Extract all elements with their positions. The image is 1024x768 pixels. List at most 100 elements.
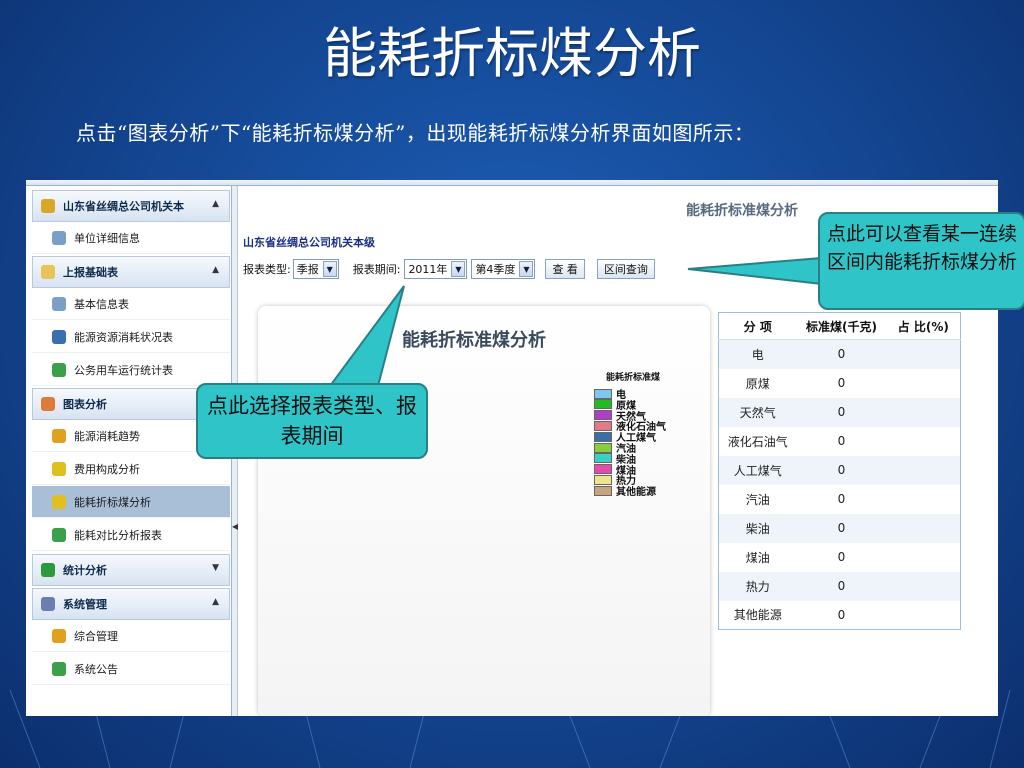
table-row: 汽油 0 — [719, 485, 961, 514]
sidebar-item-label: 综合管理 — [74, 629, 118, 643]
sidebar-section-label: 系统管理 — [63, 598, 107, 611]
table-cell: 汽油 — [745, 492, 770, 507]
period-select-callout: 点此选择报表类型、报表期间 — [196, 383, 428, 459]
sidebar-item-unit-detail[interactable]: 单位详细信息 — [32, 222, 230, 254]
sidebar-item-label: 公务用车运行统计表 — [74, 363, 173, 377]
sidebar-item-comparison-report[interactable]: 能耗对比分析报表 — [32, 519, 230, 551]
announcement-icon — [52, 661, 66, 676]
table-cell: 原煤 — [745, 376, 770, 391]
table-row: 天然气 0 — [718, 397, 961, 427]
table-row: 热力 0 — [718, 571, 961, 601]
sidebar-item-announcements[interactable]: 系统公告 — [32, 653, 230, 685]
dropdown-arrow-icon[interactable]: ▼ — [451, 261, 466, 277]
table-cell: 0 — [796, 455, 887, 485]
sidebar-item-label: 能源消耗趋势 — [74, 429, 140, 443]
folder-icon — [41, 265, 55, 279]
chart-title: 能耗折标准煤分析 — [402, 330, 546, 351]
trend-icon — [52, 428, 66, 443]
expand-caret-icon[interactable]: ▼ — [212, 563, 219, 573]
dropdown-arrow-icon[interactable]: ▼ — [322, 261, 337, 277]
report-type-select[interactable]: 季报 ▼ — [292, 259, 339, 279]
legend-swatch — [594, 442, 612, 453]
legend-swatch — [594, 399, 612, 410]
data-table: 分 项 标准煤(千克) 占 比(%) 电 0 原煤 0 天然气 0 液化石油气 0 人工煤气 0 汽… — [718, 312, 961, 630]
report-period-label: 报表期间: — [352, 263, 401, 276]
sidebar-section-label: 图表分析 — [63, 398, 107, 411]
sidebar-section-org[interactable]: 山东省丝绸总公司机关本 ▲ — [32, 190, 230, 222]
table-row: 原煤 0 — [719, 369, 961, 398]
sidebar-section-label: 山东省丝绸总公司机关本 — [63, 200, 184, 213]
sidebar-item-label: 系统公告 — [74, 662, 118, 676]
sidebar-item-energy-consumption[interactable]: 能源资源消耗状况表 — [32, 321, 230, 353]
report-type-label: 报表类型: — [243, 263, 291, 276]
table-cell: 0 — [837, 376, 846, 390]
table-cell: 液化石油气 — [727, 434, 788, 449]
org-name: 山东省丝绸总公司机关本级 — [243, 236, 375, 249]
sidebar-item-label: 费用构成分析 — [74, 462, 140, 476]
collapse-caret-icon[interactable]: ▲ — [212, 199, 219, 209]
stats-icon — [41, 563, 55, 577]
page-header: 能耗折标准煤分析 — [686, 203, 798, 219]
legend-item: 其他能源 — [594, 485, 656, 499]
legend-label: 其他能源 — [616, 487, 656, 499]
table-cell: 天然气 — [718, 397, 797, 427]
sidebar-item-label: 单位详细信息 — [74, 231, 140, 245]
range-query-button[interactable]: 区间查询 — [596, 259, 655, 279]
table-cell — [887, 485, 961, 514]
legend-swatch — [594, 388, 612, 399]
sidebar-item-coal-equivalent[interactable]: 能耗折标煤分析 — [32, 486, 230, 518]
legend-swatch — [594, 485, 612, 496]
table-cell: 0 — [796, 513, 887, 543]
sidebar-item-label: 基本信息表 — [74, 297, 129, 311]
slide-title: 能耗折标煤分析 — [323, 22, 701, 85]
table-icon — [52, 296, 66, 311]
table-cell — [886, 513, 961, 543]
sidebar-item-basic-info[interactable]: 基本信息表 — [32, 288, 230, 320]
range-query-callout: 点此可以查看某一连续区间内能耗折标煤分析 — [818, 212, 1024, 310]
legend-swatch — [594, 420, 612, 431]
sidebar-section-statistics[interactable]: 统计分析 ▼ — [32, 554, 230, 586]
document-icon — [52, 494, 66, 509]
table-cell: 0 — [837, 434, 846, 448]
select-value: 季报 — [296, 263, 319, 276]
quarter-select[interactable]: 第4季度 ▼ — [471, 259, 536, 279]
legend-swatch — [594, 410, 612, 421]
sidebar-item-label: 能耗对比分析报表 — [74, 528, 162, 542]
select-value: 第4季度 — [475, 263, 516, 276]
dropdown-arrow-icon[interactable]: ▼ — [519, 261, 534, 277]
table-cell: 人工煤气 — [718, 455, 797, 485]
document-icon — [52, 230, 66, 245]
table-cell: 0 — [796, 571, 887, 601]
table-cell — [887, 369, 961, 398]
table-cell — [886, 339, 961, 369]
column-header: 占 比(%) — [886, 312, 961, 340]
sidebar-item-vehicle-stats[interactable]: 公务用车运行统计表 — [32, 354, 230, 386]
table-cell — [886, 455, 961, 485]
compare-icon — [52, 527, 66, 542]
sidebar-section-basic-reports[interactable]: 上报基础表 ▲ — [32, 256, 230, 288]
table-cell: 热力 — [718, 571, 797, 601]
table-row: 人工煤气 0 — [718, 455, 961, 485]
table-cell: 0 — [796, 339, 887, 369]
collapse-caret-icon[interactable]: ▲ — [212, 265, 219, 275]
view-button[interactable]: 查 看 — [545, 259, 585, 279]
select-value: 2011年 — [408, 263, 448, 276]
table-cell — [886, 397, 961, 427]
table-row: 煤油 0 — [719, 543, 961, 572]
chart-panel: 能耗折标准煤分析 能耗折标准煤 电原煤 天然气 液化石油气 人工煤气 汽油 柴油 煤油 热力其… — [258, 306, 710, 716]
sidebar-section-system[interactable]: 系统管理 ▲ — [32, 588, 230, 620]
settings-icon — [41, 597, 55, 611]
year-select[interactable]: 2011年 ▼ — [404, 259, 468, 279]
sidebar-item-label: 能源资源消耗状况表 — [74, 330, 173, 344]
collapse-caret-icon[interactable]: ▲ — [212, 597, 219, 607]
document-icon — [52, 461, 66, 476]
edit-icon — [52, 329, 66, 344]
table-header-row: 分 项 标准煤(千克) 占 比(%) — [718, 312, 961, 340]
table-cell: 0 — [837, 550, 846, 564]
legend-swatch — [594, 474, 612, 485]
sidebar-item-general-management[interactable]: 综合管理 — [32, 620, 230, 652]
table-cell — [887, 427, 961, 456]
table-cell: 0 — [837, 492, 846, 506]
sidebar-section-label: 统计分析 — [63, 564, 107, 577]
key-icon — [52, 628, 66, 643]
